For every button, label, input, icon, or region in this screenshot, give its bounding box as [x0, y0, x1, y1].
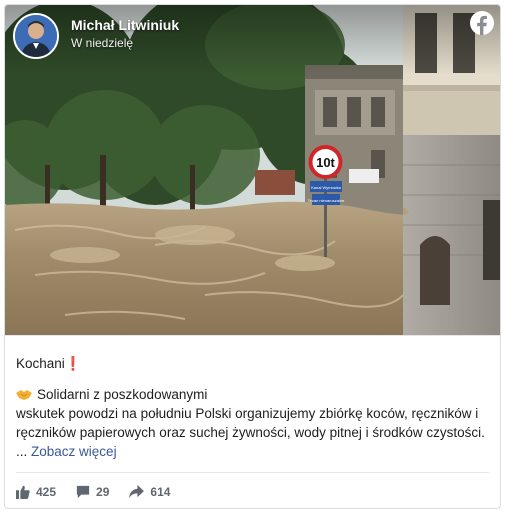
shares-value: 614 [150, 485, 171, 499]
avatar-portrait-icon [15, 15, 57, 57]
post-header: Michał Litwiniuk W niedzielę [5, 5, 500, 75]
author-name[interactable]: Michał Litwiniuk [71, 17, 179, 33]
facebook-icon[interactable] [470, 11, 494, 35]
comments-count[interactable]: 29 [76, 485, 109, 499]
post-card: 10t Kanał Wymowka Tezan nienaruszalne Mi… [4, 4, 501, 509]
engagement-bar: 425 29 614 [16, 472, 489, 499]
shares-count[interactable]: 614 [129, 485, 170, 499]
thumbs-up-icon [16, 485, 30, 499]
exclamation-emoji-icon: ❗ [64, 356, 82, 371]
comment-icon [76, 485, 90, 499]
solidarity-line: Solidarni z poszkodowanymi [16, 385, 489, 404]
solidarity-text: Solidarni z poszkodowanymi [37, 387, 208, 402]
comments-value: 29 [96, 485, 110, 499]
handshake-emoji-icon [16, 390, 32, 400]
share-arrow-icon [129, 485, 145, 499]
see-more-link[interactable]: Zobacz więcej [31, 444, 117, 459]
sign-small-text: Tezan nienaruszalne [308, 198, 345, 203]
likes-count[interactable]: 425 [16, 485, 56, 499]
post-timestamp[interactable]: W niedzielę [71, 36, 133, 50]
post-body: Kochani❗ Solidarni z poszkodowanymi wsku… [5, 335, 500, 461]
greeting-line: Kochani❗ [16, 354, 489, 373]
avatar[interactable] [13, 13, 59, 59]
post-paragraph: wskutek powodzi na południu Polski organ… [16, 404, 489, 461]
flood-photo[interactable]: 10t Kanał Wymowka Tezan nienaruszalne Mi… [5, 5, 500, 335]
likes-value: 425 [36, 485, 57, 499]
greeting-text: Kochani [16, 356, 65, 371]
sign-weight-text: 10t [316, 155, 335, 170]
sign-street-text: Kanał Wymowka [311, 185, 342, 190]
